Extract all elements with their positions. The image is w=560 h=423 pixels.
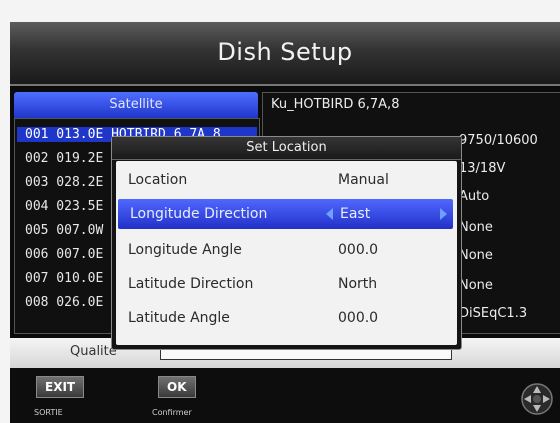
info-diseqc10: None — [459, 248, 493, 263]
arrow-left-icon[interactable] — [326, 208, 333, 220]
latitude-direction-label: Latitude Direction — [128, 276, 254, 292]
dialog-body: Location Manual Longitude Direction East… — [116, 161, 457, 345]
location-label: Location — [128, 172, 188, 188]
ok-button[interactable]: OK — [158, 376, 196, 398]
info-lnb-freq: 9750/10600 — [459, 133, 538, 148]
ok-caption: Confirmer — [152, 408, 192, 417]
longitude-angle-value: 000.0 — [338, 242, 379, 258]
title-bar: Dish Setup — [10, 22, 560, 86]
info-motor: DiSEqC1.3 — [459, 306, 528, 321]
set-location-dialog: Set Location Location Manual Longitude D… — [111, 136, 462, 350]
longitude-direction-label: Longitude Direction — [130, 206, 268, 222]
latitude-angle-label: Latitude Angle — [128, 310, 230, 326]
longitude-direction-value: East — [340, 206, 371, 222]
exit-button[interactable]: EXIT — [36, 376, 85, 398]
arrow-right-icon[interactable] — [440, 208, 447, 220]
dialog-title: Set Location — [112, 137, 461, 160]
satellite-list-header: Satellite — [14, 92, 258, 118]
latitude-direction-value: North — [338, 276, 378, 292]
quality-label: Qualité — [70, 344, 117, 359]
latitude-direction-row[interactable]: Latitude Direction North — [116, 269, 457, 299]
exit-caption: SORTIE — [34, 408, 63, 417]
location-row[interactable]: Location Manual — [116, 165, 457, 195]
tv-screen: Dish Setup Satellite 001 013.0E HOTBIRD … — [10, 22, 560, 423]
info-satellite-name: Ku_HOTBIRD 6,7A,8 — [271, 97, 400, 112]
location-value: Manual — [338, 172, 389, 188]
longitude-angle-row[interactable]: Longitude Angle 000.0 — [116, 235, 457, 265]
info-toneburst: None — [459, 220, 493, 235]
info-polarization: 13/18V — [459, 161, 506, 176]
info-diseqc11: None — [459, 278, 493, 293]
longitude-direction-row[interactable]: Longitude Direction East — [118, 199, 453, 229]
page-title: Dish Setup — [217, 38, 353, 66]
key-hint-bar: EXIT SORTIE OK Confirmer — [10, 368, 560, 423]
dpad-icon — [521, 383, 553, 415]
info-22k: Auto — [459, 189, 490, 204]
latitude-angle-row[interactable]: Latitude Angle 000.0 — [116, 303, 457, 333]
longitude-angle-label: Longitude Angle — [128, 242, 242, 258]
latitude-angle-value: 000.0 — [338, 310, 379, 326]
